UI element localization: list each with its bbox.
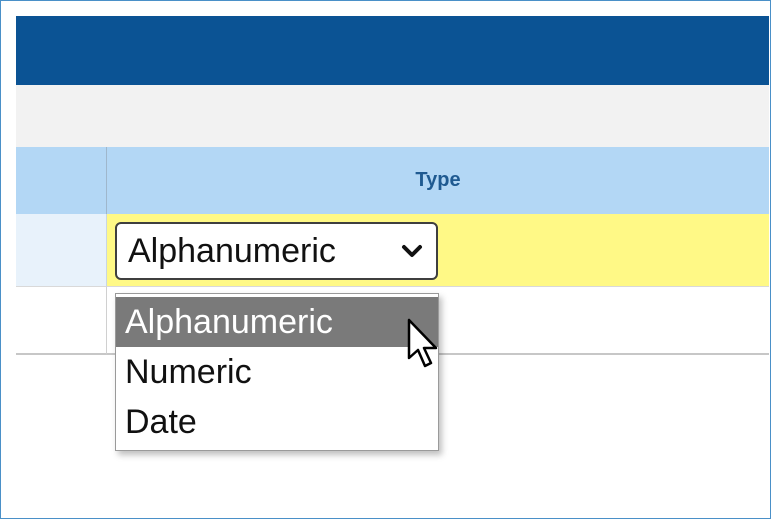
header-bar [16, 16, 769, 85]
mouse-pointer-icon [406, 318, 446, 374]
dropdown-option-numeric[interactable]: Numeric [116, 347, 438, 397]
column-header-type[interactable]: Type [107, 147, 769, 214]
dropdown-option-date[interactable]: Date [116, 397, 438, 447]
table-row-1-left-cell [16, 214, 107, 287]
type-select-value: Alphanumeric [128, 231, 336, 270]
table-row-2-left-cell [16, 287, 107, 355]
column-header-type-label: Type [415, 169, 461, 191]
toolbar-strip [16, 85, 769, 147]
dropdown-option-alphanumeric[interactable]: Alphanumeric [116, 297, 438, 347]
chevron-down-icon [400, 239, 424, 263]
type-dropdown-list: Alphanumeric Numeric Date [115, 293, 439, 451]
column-header-left [16, 147, 107, 214]
type-select[interactable]: Alphanumeric [115, 222, 438, 280]
